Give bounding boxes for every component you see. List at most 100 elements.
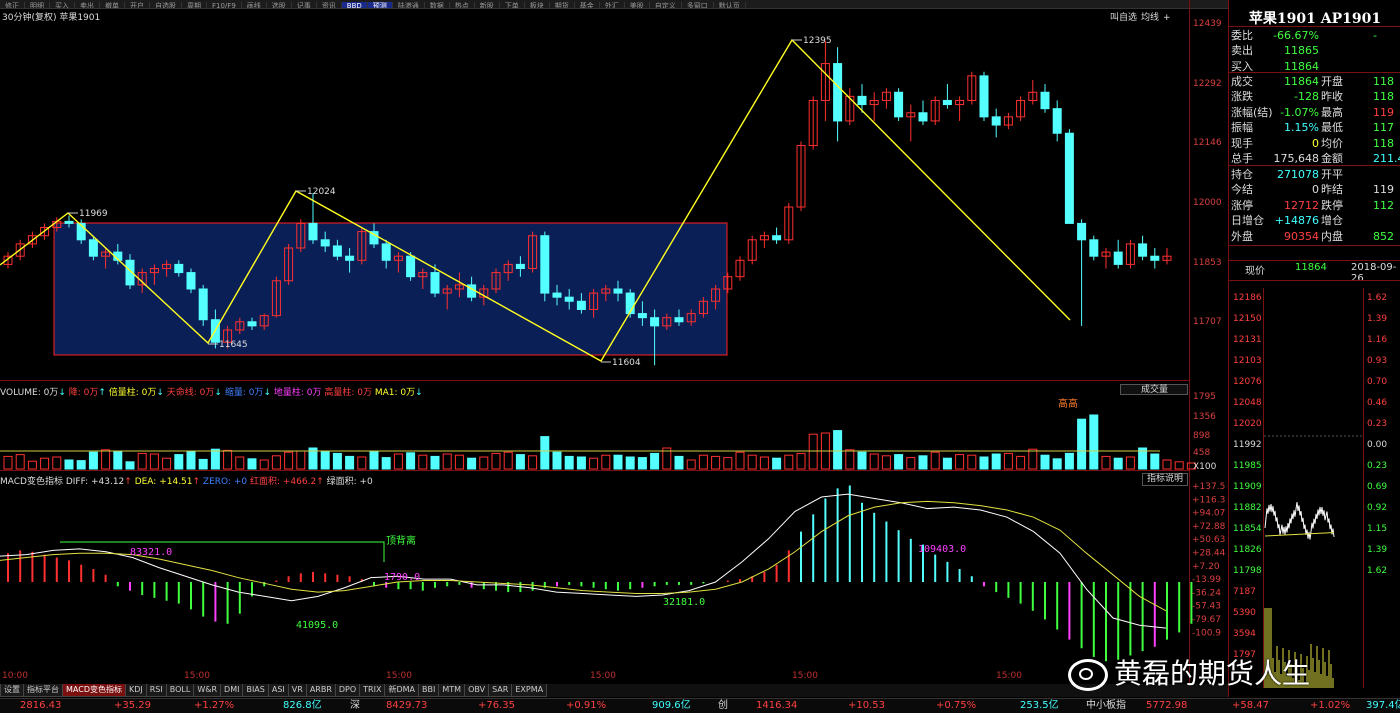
indicator-tab[interactable]: 指标平台 <box>23 684 63 697</box>
candle <box>833 63 843 122</box>
volume-bar <box>15 454 25 470</box>
volume-bar <box>1101 455 1111 470</box>
status-value: 397.4亿 <box>1366 700 1400 711</box>
indicator-help-button[interactable]: 指标说明 <box>1142 473 1188 486</box>
volume-bar <box>955 454 965 470</box>
volume-axis-label: X100 <box>1193 462 1217 472</box>
volume-bar <box>442 453 452 470</box>
intraday-pct-label: 1.62 <box>1367 293 1387 303</box>
volume-bar <box>674 455 684 470</box>
volume-bar <box>479 456 489 470</box>
volume-bar <box>906 457 916 470</box>
watermark-text: 黄磊的期货人生 <box>1114 657 1311 690</box>
volume-bar <box>88 451 98 470</box>
volume-header-item: ↑ <box>98 388 106 398</box>
volume-bar <box>796 452 806 470</box>
indicator-tab[interactable]: EXPMA <box>511 684 548 697</box>
volume-bar <box>235 456 245 470</box>
indicator-tab[interactable]: 新DMA <box>384 684 420 697</box>
volume-bar <box>735 451 745 470</box>
volume-bar <box>27 460 37 470</box>
volume-bar <box>284 451 294 470</box>
volume-bar <box>881 455 891 470</box>
indicator-tab[interactable]: DMI <box>220 684 244 697</box>
status-value: 8429.73 <box>386 700 428 711</box>
indicator-tab[interactable]: RSI <box>145 684 167 697</box>
candle <box>174 263 184 274</box>
candle <box>991 116 1001 126</box>
volume-bar <box>1064 452 1074 470</box>
volume-bar <box>247 458 257 470</box>
macd-axis-label: +137.5 <box>1192 482 1225 492</box>
indicator-tab[interactable]: VR <box>287 684 307 697</box>
volume-bar <box>772 457 782 470</box>
volume-bar <box>1016 455 1026 470</box>
indicator-tab[interactable]: TRIX <box>359 684 386 697</box>
intraday-pct-label: 1.16 <box>1367 335 1387 345</box>
volume-bar <box>625 456 635 470</box>
indicator-tab[interactable]: KDJ <box>124 684 147 697</box>
volume-bar <box>174 454 184 470</box>
quote-value: -66.67% <box>1273 29 1319 42</box>
quote-label: 跌停 <box>1321 198 1343 212</box>
candle <box>320 239 330 247</box>
candle <box>918 112 928 122</box>
quote-row: 涨停 12712 跌停 112 <box>1229 198 1400 213</box>
status-value: +0.91% <box>566 700 607 711</box>
quote-label: 持仓 <box>1231 168 1253 181</box>
volume-bar <box>1162 459 1172 470</box>
kline-chart[interactable]: 11969 12024 11645 11604 12395 12439 12292 12146… <box>0 0 1228 684</box>
indicator-tab[interactable]: DPO <box>334 684 361 697</box>
candle <box>540 235 550 294</box>
candle <box>88 239 98 257</box>
quote-value: 11865 <box>1284 44 1319 58</box>
indicator-tab[interactable]: ASI <box>267 684 289 697</box>
indicator-tab[interactable]: BIAS <box>242 684 269 697</box>
price-axis-label: 12292 <box>1193 79 1222 89</box>
indicator-tab[interactable]: BOLL <box>165 684 195 697</box>
indicator-tab[interactable]: MACD变色指标 <box>62 684 126 697</box>
volume-indicator-dropdown[interactable]: 成交量 <box>1120 384 1188 395</box>
volume-bar <box>857 451 867 470</box>
time-axis: 10:00 15:00 15:00 15:00 15:00 15:00 <box>0 670 1190 683</box>
volume-bar <box>576 456 586 470</box>
indicator-tab[interactable]: 设置 <box>0 684 24 697</box>
macd-header-item: ZERO: +0 <box>200 477 248 487</box>
candle <box>979 75 989 118</box>
volume-axis-label: 458 <box>1193 448 1210 458</box>
quote-row: 持仓 271078 开平 <box>1229 167 1400 182</box>
intraday-axis <box>1363 288 1364 688</box>
volume-bar <box>686 459 696 470</box>
volume-bar <box>223 449 233 470</box>
intraday-pct-label: 1.15 <box>1367 524 1387 534</box>
macd-annotation: 83321.0 <box>130 547 172 558</box>
intraday-avg-line <box>1264 532 1335 537</box>
intraday-pct-label: 0.69 <box>1367 482 1387 492</box>
volume-bar <box>564 455 574 470</box>
quote-label: 今结 <box>1231 183 1253 197</box>
quote-label: 涨停 <box>1231 198 1253 212</box>
indicator-tab[interactable]: ARBR <box>305 684 336 697</box>
intraday-price-label: 12020 <box>1233 419 1262 429</box>
time-label: 15:00 <box>792 671 818 681</box>
intraday-pct-label: 0.23 <box>1367 419 1387 429</box>
price-marker: 11645 <box>219 340 248 350</box>
indicator-tab[interactable]: MTM <box>438 684 466 697</box>
volume-bar <box>210 448 220 470</box>
candle <box>625 292 635 315</box>
quote-row: 涨幅(结) -1.07% 最高 119 <box>1229 105 1400 120</box>
macd-header-item: 绿面积: +0 <box>323 477 373 487</box>
volume-bar <box>491 452 501 470</box>
indicator-tab[interactable]: BBI <box>418 684 440 697</box>
indicator-tab[interactable]: OBV <box>464 684 490 697</box>
intraday-price-label: 11992 <box>1233 440 1262 450</box>
indicator-tab[interactable]: W&R <box>193 684 222 697</box>
price-axis-label: 11707 <box>1193 317 1222 327</box>
volume-bar <box>52 456 62 470</box>
indicator-tab[interactable]: SAR <box>488 684 513 697</box>
diff-line <box>0 493 1167 629</box>
intraday-chart[interactable]: 12186 12150 12131 12103 12076 12048 12020 11992… <box>1229 288 1400 696</box>
volume-bar <box>198 458 208 470</box>
price-axis-label: 12439 <box>1193 19 1222 29</box>
volume-bar <box>503 451 513 470</box>
